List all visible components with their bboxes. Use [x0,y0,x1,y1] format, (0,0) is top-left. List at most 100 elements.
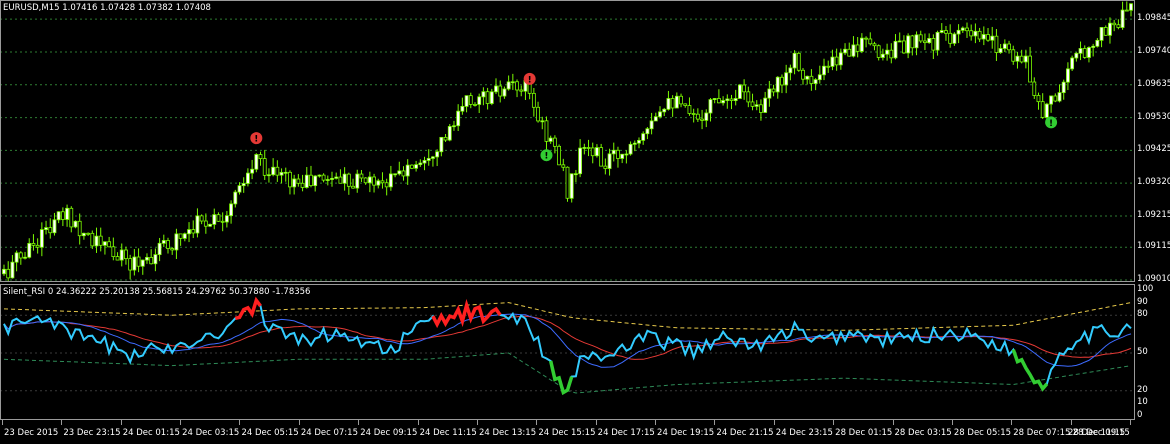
candle-body [729,98,734,101]
candle-body [86,232,91,235]
candle-body [700,118,704,121]
candle-body [494,85,498,93]
candle-body [1078,48,1083,54]
candle-body [296,178,301,184]
candle-body [435,151,440,158]
candle-body [1023,55,1028,63]
candle-body [456,110,461,127]
candle-body [569,173,574,199]
candle-body [334,176,339,179]
candle-body [855,44,860,52]
candle-body [237,185,242,193]
signal-marker-text: ! [1049,119,1053,129]
candle-body [927,38,932,44]
candle-body [124,249,128,260]
candle-body [561,164,566,168]
candle-body [439,136,444,153]
candle-body [1087,47,1091,58]
candle-body [897,40,902,43]
candle-body [977,30,982,40]
candle-body [944,30,948,34]
candle-body [220,220,225,223]
candle-body [548,137,553,142]
candle-body [754,104,759,107]
candle-body [69,207,74,228]
candle-body [721,100,725,104]
time-label: 28 Dec 03:15 [894,428,952,438]
candle-body [834,56,839,66]
candle-body [250,168,255,174]
candle-body [1049,95,1054,105]
signal-marker-text: ! [254,135,258,145]
candle-body [367,176,372,184]
time-tick [1130,420,1131,425]
candle-body [969,30,974,37]
candle-body [695,113,700,120]
candle-body [452,125,456,128]
candle-body [65,207,69,220]
time-label: 24 Dec 17:15 [597,428,655,438]
candle-body [817,74,822,81]
candle-body [565,166,570,199]
candle-body [489,91,494,104]
time-label: 28 Dec 07:15 [1013,428,1071,438]
candle-body [224,215,229,223]
candle-body [1108,22,1112,36]
candle-body [422,160,427,164]
candle-body [649,120,654,130]
candle-body [267,174,271,177]
candle-body [431,156,435,159]
price-chart-canvas[interactable]: !!!! [0,0,1170,282]
candle-body [670,98,675,109]
candle-body [212,214,217,225]
candle-body [166,240,170,249]
candle-body [595,147,599,157]
candle-body [590,147,595,157]
candle-body [90,232,95,247]
candle-body [1103,27,1108,36]
time-tick [951,420,953,425]
candle-body [948,32,953,44]
candle-body [1120,9,1125,28]
rsi-line [3,298,1132,394]
time-label: 24 Dec 09:15 [360,428,418,438]
indicator-pane[interactable]: Silent_RSI 0 24.36222 25.20138 25.56815 … [0,284,1170,420]
candle-body [687,105,692,114]
candle-body [275,166,280,176]
time-label: 24 Dec 23:15 [775,428,833,438]
candle-body [216,214,221,222]
time-tick [2,420,3,425]
candle-body [1032,81,1037,96]
time-label: 24 Dec 13:15 [478,428,537,438]
candle-body [149,256,154,265]
time-tick [773,420,775,425]
candle-body [809,75,814,84]
candle-body [246,172,250,184]
candle-body [418,162,423,166]
time-label: 28 Dec 01:15 [835,428,893,438]
candle-body [914,34,919,49]
candle-body [187,229,191,235]
time-tick [833,420,835,425]
candle-body [679,95,683,105]
rsi-level-label: 50 [1137,347,1148,357]
rsi-level-label: 20 [1137,384,1148,395]
rsi-oversold-segment [548,360,574,396]
indicator-canvas[interactable] [0,284,1170,420]
candle-body [1053,95,1058,102]
candle-body [330,177,334,180]
candle-body [998,48,1003,53]
time-label: 24 Dec 01:15 [122,428,180,438]
candle-body [254,154,259,170]
rsi-average-line [3,313,1132,368]
candle-body [1019,55,1024,63]
candle-body [716,98,721,104]
candle-body [10,261,15,279]
candle-body [931,38,936,51]
price-chart-pane[interactable]: !!!! EURUSD,M15 1.07416 1.07428 1.07382 … [0,0,1170,284]
candle-body [1061,81,1066,94]
price-level-label: 1.09530 [1137,111,1170,122]
candle-body [637,139,641,144]
candle-body [111,246,116,258]
time-tick [714,420,716,425]
